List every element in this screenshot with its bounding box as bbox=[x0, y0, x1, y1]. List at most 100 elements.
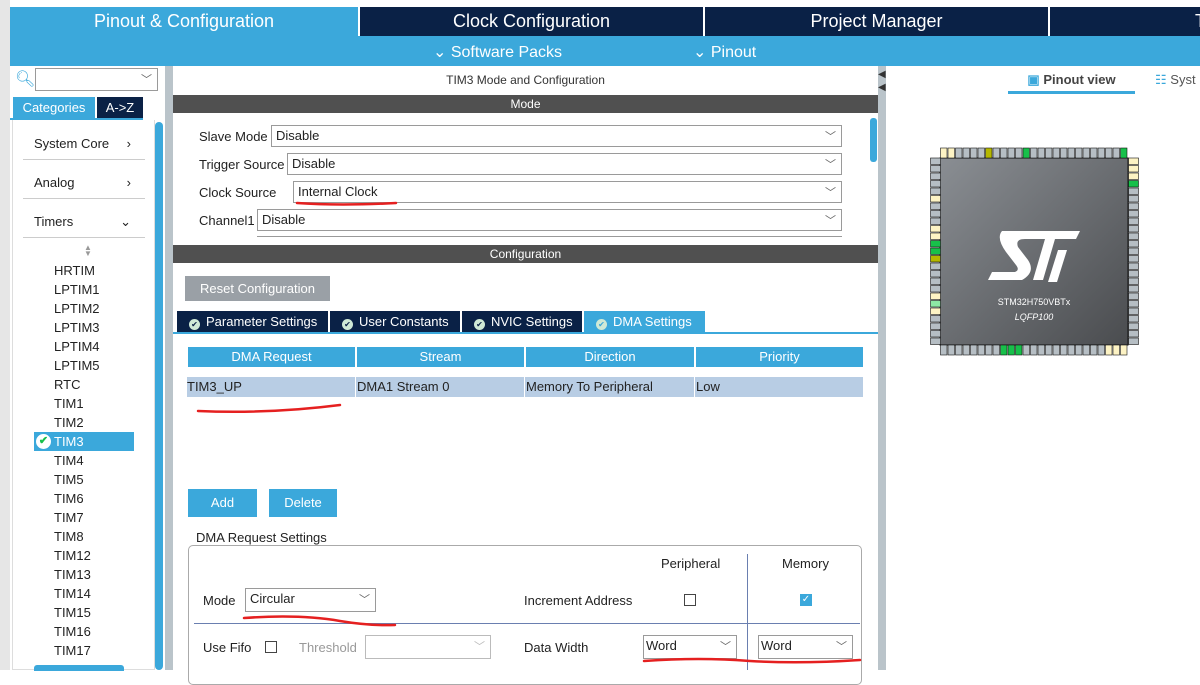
tab-tools[interactable]: T bbox=[1050, 7, 1200, 36]
pin-top[interactable] bbox=[962, 147, 970, 159]
pin-bottom[interactable] bbox=[1075, 344, 1083, 356]
timer-item-lptim4[interactable]: LPTIM4 bbox=[54, 339, 100, 354]
pin-bottom[interactable] bbox=[1067, 344, 1075, 356]
pin-bottom[interactable] bbox=[977, 344, 985, 356]
pin-right[interactable] bbox=[1128, 255, 1139, 263]
pinout-menu[interactable]: ⌄ Pinout bbox=[693, 42, 756, 62]
pin-left[interactable] bbox=[930, 240, 941, 248]
pin-right[interactable] bbox=[1128, 292, 1139, 300]
column-dma-request[interactable]: DMA Request bbox=[188, 347, 355, 367]
timer-item-tim5[interactable]: TIM5 bbox=[54, 472, 84, 487]
pin-bottom[interactable] bbox=[985, 344, 993, 356]
tab-project-manager[interactable]: Project Manager bbox=[705, 7, 1048, 36]
pin-top[interactable] bbox=[985, 147, 993, 159]
category-timers[interactable]: Timers ⌄ bbox=[23, 206, 145, 238]
pin-bottom[interactable] bbox=[955, 344, 963, 356]
tab-user-constants[interactable]: ✔ User Constants bbox=[330, 311, 460, 332]
memory-increment-checkbox[interactable]: ✓ bbox=[800, 594, 812, 606]
column-direction[interactable]: Direction bbox=[526, 347, 694, 367]
pin-top[interactable] bbox=[1015, 147, 1023, 159]
pin-bottom[interactable] bbox=[1045, 344, 1053, 356]
pin-right[interactable] bbox=[1128, 195, 1139, 203]
pin-left[interactable] bbox=[930, 315, 941, 323]
pin-left[interactable] bbox=[930, 247, 941, 255]
timer-item-lptim2[interactable]: LPTIM2 bbox=[54, 301, 100, 316]
pin-right[interactable] bbox=[1128, 217, 1139, 225]
pin-bottom[interactable] bbox=[1000, 344, 1008, 356]
pin-bottom[interactable] bbox=[1007, 344, 1015, 356]
tab-categories[interactable]: Categories bbox=[13, 97, 95, 118]
pin-top[interactable] bbox=[1037, 147, 1045, 159]
pin-left[interactable] bbox=[930, 187, 941, 195]
pin-bottom[interactable] bbox=[1120, 344, 1128, 356]
pin-top[interactable] bbox=[1000, 147, 1008, 159]
pin-right[interactable] bbox=[1128, 307, 1139, 315]
timer-item-tim4[interactable]: TIM4 bbox=[54, 453, 84, 468]
tab-pinout-configuration[interactable]: Pinout & Configuration bbox=[10, 7, 358, 36]
pin-top[interactable] bbox=[955, 147, 963, 159]
pin-top[interactable] bbox=[1090, 147, 1098, 159]
pin-top[interactable] bbox=[1045, 147, 1053, 159]
pin-right[interactable] bbox=[1128, 262, 1139, 270]
pin-top[interactable] bbox=[970, 147, 978, 159]
timer-item-tim15[interactable]: TIM15 bbox=[54, 605, 91, 620]
tab-parameter-settings[interactable]: ✔ Parameter Settings bbox=[177, 311, 328, 332]
pinout-view-tab[interactable]: ▣ Pinout view bbox=[1008, 72, 1135, 94]
pin-top[interactable] bbox=[1120, 147, 1128, 159]
timer-item-tim14[interactable]: TIM14 bbox=[54, 586, 91, 601]
pin-right[interactable] bbox=[1128, 240, 1139, 248]
chip-diagram[interactable]: STM32H750VBTx LQFP100 bbox=[900, 110, 1200, 400]
pin-bottom[interactable] bbox=[1022, 344, 1030, 356]
pin-right[interactable] bbox=[1128, 322, 1139, 330]
mode-select[interactable]: Circular ﹀ bbox=[245, 588, 376, 612]
timer-item-tim13[interactable]: TIM13 bbox=[54, 567, 91, 582]
pin-bottom[interactable] bbox=[1060, 344, 1068, 356]
pin-top[interactable] bbox=[992, 147, 1000, 159]
pin-bottom[interactable] bbox=[1082, 344, 1090, 356]
pin-left[interactable] bbox=[930, 255, 941, 263]
timer-item-lptim3[interactable]: LPTIM3 bbox=[54, 320, 100, 335]
pin-bottom[interactable] bbox=[1015, 344, 1023, 356]
pin-bottom[interactable] bbox=[947, 344, 955, 356]
pin-bottom[interactable] bbox=[1052, 344, 1060, 356]
add-button[interactable]: Add bbox=[188, 489, 257, 517]
tab-dma-settings[interactable]: ✔ DMA Settings bbox=[584, 311, 705, 332]
pin-bottom[interactable] bbox=[992, 344, 1000, 356]
pin-right[interactable] bbox=[1128, 285, 1139, 293]
pin-bottom[interactable] bbox=[1037, 344, 1045, 356]
timer-item-tim7[interactable]: TIM7 bbox=[54, 510, 84, 525]
pin-left[interactable] bbox=[930, 195, 941, 203]
pin-left[interactable] bbox=[930, 165, 941, 173]
pin-top[interactable] bbox=[1030, 147, 1038, 159]
sidebar-scrollbar[interactable] bbox=[155, 122, 163, 670]
reset-configuration-button[interactable]: Reset Configuration bbox=[185, 276, 330, 301]
mode-field-select[interactable]: Disable ﹀ bbox=[287, 153, 842, 175]
pin-top[interactable] bbox=[1067, 147, 1075, 159]
pin-bottom[interactable] bbox=[1105, 344, 1113, 356]
mode-field-select[interactable]: Disable ﹀ bbox=[257, 209, 842, 231]
pin-top[interactable] bbox=[1052, 147, 1060, 159]
pin-top[interactable] bbox=[1112, 147, 1120, 159]
pin-top[interactable] bbox=[1075, 147, 1083, 159]
timer-item-tim6[interactable]: TIM6 bbox=[54, 491, 84, 506]
delete-button[interactable]: Delete bbox=[269, 489, 337, 517]
pin-top[interactable] bbox=[977, 147, 985, 159]
timer-item-tim1[interactable]: TIM1 bbox=[54, 396, 84, 411]
pin-right[interactable] bbox=[1128, 330, 1139, 338]
pin-left[interactable] bbox=[930, 337, 941, 345]
pin-bottom[interactable] bbox=[1097, 344, 1105, 356]
timer-item-lptim5[interactable]: LPTIM5 bbox=[54, 358, 100, 373]
system-view-tab[interactable]: ☷ Syst bbox=[1155, 72, 1196, 88]
pin-left[interactable] bbox=[930, 202, 941, 210]
pin-right[interactable] bbox=[1128, 157, 1139, 165]
pin-top[interactable] bbox=[1022, 147, 1030, 159]
pin-top[interactable] bbox=[947, 147, 955, 159]
category-analog[interactable]: Analog › bbox=[23, 167, 145, 199]
mode-field-select[interactable]: Internal Clock ﹀ bbox=[293, 181, 842, 203]
timer-item-lptim1[interactable]: LPTIM1 bbox=[54, 282, 100, 297]
column-priority[interactable]: Priority bbox=[696, 347, 863, 367]
column-stream[interactable]: Stream bbox=[357, 347, 524, 367]
use-fifo-checkbox[interactable] bbox=[265, 641, 277, 653]
pin-right[interactable] bbox=[1128, 187, 1139, 195]
pin-right[interactable] bbox=[1128, 277, 1139, 285]
